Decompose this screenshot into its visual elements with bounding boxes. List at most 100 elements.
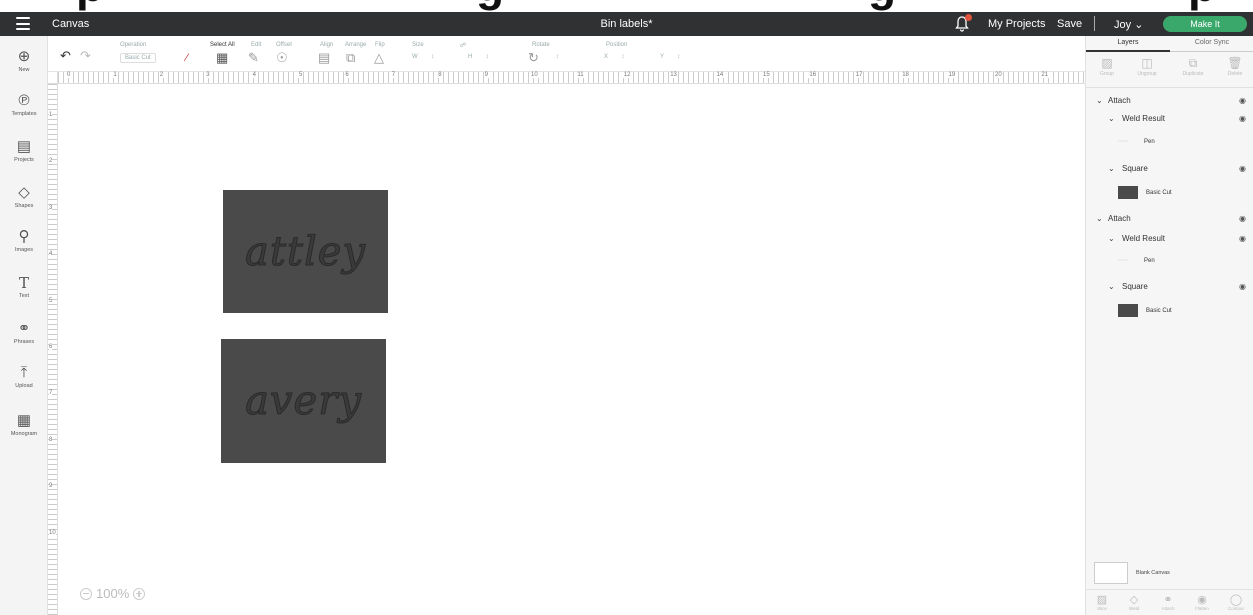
sidebar-item-text[interactable]: T Text — [0, 274, 48, 299]
layer-attach[interactable]: ⌄ Attach ◉ — [1086, 94, 1253, 108]
ruler-tick-label: 10 — [49, 529, 56, 536]
layer-square[interactable]: ⌄ Square ◉ — [1086, 162, 1253, 176]
layer-attach[interactable]: ⌄ Attach ◉ — [1086, 212, 1253, 226]
zoom-in-icon[interactable] — [133, 587, 146, 600]
tab-color-sync[interactable]: Color Sync — [1170, 36, 1253, 52]
color-swatch[interactable] — [1118, 304, 1138, 317]
offset-icon[interactable]: ☉ — [276, 51, 290, 64]
layer-square[interactable]: ⌄ Square ◉ — [1086, 280, 1253, 294]
zoom-level: 100% — [96, 586, 130, 601]
eye-icon[interactable]: ◉ — [1239, 162, 1246, 176]
caption-char: p — [76, 0, 104, 12]
operation-select[interactable]: Basic Cut — [120, 53, 156, 63]
chevron-down-icon[interactable]: ⌄ — [1108, 112, 1115, 126]
top-bar: Canvas Bin labels* My Projects Save Joy … — [0, 12, 1253, 36]
size-label: Size — [412, 42, 424, 48]
select-all-icon[interactable]: ▦ — [216, 51, 230, 64]
chevron-down-icon[interactable]: ⌄ — [1096, 94, 1103, 108]
ruler-tick-label: 2 — [158, 72, 165, 78]
sidebar-item-monogram[interactable]: ▦ Monogram — [0, 412, 48, 437]
lock-icon[interactable]: ☍ — [460, 42, 466, 49]
align-icon[interactable]: ▤ — [318, 51, 332, 64]
y-field[interactable]: Y ↕ — [660, 54, 680, 60]
layer-weld-result[interactable]: ⌄ Weld Result ◉ — [1086, 232, 1253, 246]
document-title[interactable]: Bin labels* — [601, 18, 653, 30]
width-field[interactable]: W ↕ — [412, 54, 434, 60]
my-projects-link[interactable]: My Projects — [988, 18, 1045, 30]
layer-weld-result[interactable]: ⌄ Weld Result ◉ — [1086, 112, 1253, 126]
redo-icon[interactable]: ↷ — [80, 49, 94, 62]
blank-canvas-swatch[interactable] — [1094, 562, 1128, 584]
duplicate-label: Duplicate — [1182, 71, 1204, 77]
ruler-tick-label: 7 — [390, 72, 397, 78]
attach-label: Attach — [1161, 606, 1175, 611]
arrange-icon[interactable]: ⧉ — [346, 51, 360, 64]
contour-button[interactable]: ◯ Contour — [1224, 594, 1248, 611]
color-swatch[interactable] — [1118, 186, 1138, 199]
layer-basic-cut[interactable]: Basic Cut — [1086, 186, 1253, 200]
chevron-down-icon[interactable]: ⌄ — [1108, 162, 1115, 176]
hamburger-menu-icon[interactable] — [16, 17, 30, 30]
ruler-tick-label: 9 — [483, 72, 489, 78]
rotate-icon[interactable]: ↻ — [528, 51, 542, 64]
layer-pen[interactable]: ~~~ Pen — [1086, 254, 1253, 268]
eye-icon[interactable]: ◉ — [1239, 212, 1246, 226]
bin-label-attley[interactable]: attley — [223, 190, 388, 313]
flatten-button[interactable]: ◉ Flatten — [1190, 594, 1214, 611]
height-field[interactable]: H ↕ — [468, 54, 489, 60]
sidebar-item-upload[interactable]: ⤒ Upload — [0, 364, 48, 389]
sidebar-item-phrases[interactable]: ⚭ Phrases — [0, 320, 48, 345]
layer-name: Square — [1122, 282, 1148, 291]
sidebar-item-shapes[interactable]: ◇ Shapes — [0, 184, 48, 209]
caption-fragment: p g g p — [0, 0, 1253, 12]
eye-icon[interactable]: ◉ — [1239, 232, 1246, 246]
flatten-label: Flatten — [1195, 606, 1209, 611]
notification-bell-icon[interactable] — [955, 14, 972, 32]
flip-icon[interactable]: △ — [374, 51, 388, 64]
text-icon: T — [18, 274, 29, 292]
attach-button[interactable]: ⚭ Attach — [1156, 594, 1180, 611]
x-field[interactable]: X ↕ — [604, 54, 624, 60]
offset-label: Offset — [276, 42, 292, 48]
rotate-field[interactable]: ↕ — [544, 54, 559, 60]
eye-icon[interactable]: ◉ — [1239, 94, 1246, 108]
layer-basic-cut[interactable]: Basic Cut — [1086, 304, 1253, 318]
make-it-button[interactable]: Make It — [1163, 16, 1247, 32]
edit-icon[interactable]: ✎ — [248, 51, 262, 64]
tab-layers[interactable]: Layers — [1086, 36, 1170, 52]
duplicate-button[interactable]: ⧉ Duplicate — [1178, 56, 1208, 77]
eye-icon[interactable]: ◉ — [1239, 280, 1246, 294]
group-button[interactable]: ▨ Group — [1092, 56, 1122, 77]
chevron-down-icon[interactable]: ⌄ — [1108, 280, 1115, 294]
design-canvas[interactable]: attley avery — [58, 84, 1085, 615]
projects-icon: ▤ — [16, 138, 32, 155]
duplicate-icon: ⧉ — [1188, 56, 1198, 70]
delete-button[interactable]: 🗑 Delete — [1220, 56, 1250, 77]
edit-label: Edit — [251, 42, 262, 48]
pen-stroke-icon: ~~~ — [1118, 258, 1129, 264]
user-menu[interactable]: Joy ⌄ — [1114, 18, 1143, 31]
caption-char: g — [476, 0, 504, 12]
save-button[interactable]: Save — [1057, 18, 1082, 30]
sidebar-item-new[interactable]: ⊕ New — [0, 48, 48, 73]
pen-color-icon[interactable]: ⁄ — [186, 52, 200, 64]
sidebar-item-projects[interactable]: ▤ Projects — [0, 138, 48, 163]
trash-icon: 🗑 — [1227, 56, 1243, 70]
slice-button[interactable]: ▨ Slice — [1090, 594, 1114, 611]
chevron-down-icon[interactable]: ⌄ — [1108, 232, 1115, 246]
ungroup-button[interactable]: ◫ Ungroup — [1132, 56, 1162, 77]
zoom-out-icon[interactable] — [80, 587, 92, 600]
ruler-tick-label: 3 — [49, 204, 53, 211]
undo-icon[interactable]: ↶ — [60, 49, 74, 62]
ruler-tick-label: 19 — [947, 72, 957, 78]
ruler-tick-label: 20 — [994, 72, 1003, 78]
layer-pen[interactable]: ~~~ Pen — [1086, 135, 1253, 149]
pen-stroke-icon: ~~~ — [1118, 139, 1129, 145]
weld-button[interactable]: ◇ Weld — [1122, 594, 1146, 611]
chevron-down-icon[interactable]: ⌄ — [1096, 212, 1103, 226]
eye-icon[interactable]: ◉ — [1239, 112, 1246, 126]
bin-label-avery[interactable]: avery — [221, 339, 386, 463]
sidebar-item-images[interactable]: ⚲ Images — [0, 228, 48, 253]
group-icon: ▨ — [1101, 56, 1113, 70]
sidebar-item-templates[interactable]: ℗ Templates — [0, 92, 48, 117]
